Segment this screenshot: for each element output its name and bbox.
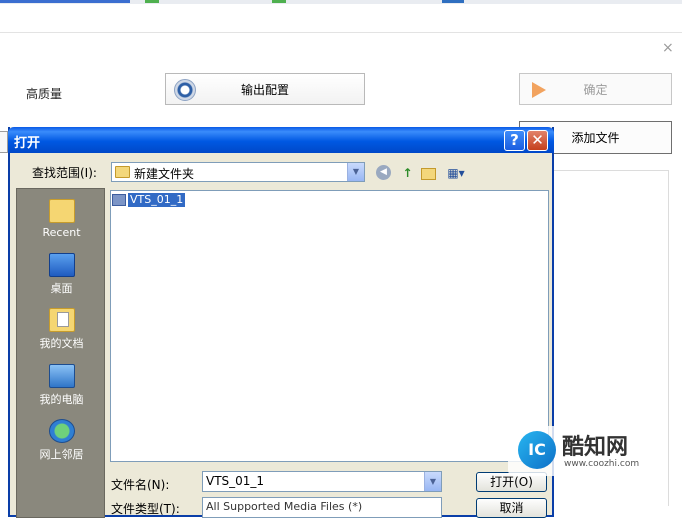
place-label: 我的电脑 <box>39 393 84 406</box>
quality-label: 高质量 <box>26 87 63 101</box>
place-label: 网上邻居 <box>39 448 84 461</box>
file-type-field[interactable]: All Supported Media Files (*) <box>202 497 442 518</box>
back-icon[interactable]: ◀ <box>376 165 391 180</box>
watermark-name: 酷知网 <box>562 434 629 460</box>
place-label: 桌面 <box>50 282 73 295</box>
arrow-right-icon <box>532 82 546 98</box>
tab-segment <box>0 0 130 3</box>
chevron-down-icon[interactable]: ▼ <box>424 472 441 491</box>
tab-segment <box>442 0 464 3</box>
tab-segment <box>145 0 159 3</box>
dialog-titlebar[interactable]: 打开 ? ✕ <box>8 127 554 153</box>
place-desktop[interactable]: 桌面 <box>17 253 106 296</box>
cancel-button[interactable]: 取消 <box>476 498 547 518</box>
tab-segment <box>272 0 286 3</box>
top-tab-strip <box>0 0 682 4</box>
app-close-icon[interactable]: × <box>662 40 674 56</box>
places-bar: Recent 桌面 我的文档 我的电脑 网上邻居 <box>16 188 105 518</box>
look-in-label: 查找范围(I): <box>32 166 97 180</box>
network-places-icon <box>48 419 75 443</box>
file-name-field[interactable]: VTS_01_1 ▼ <box>202 471 442 492</box>
new-folder-icon[interactable] <box>421 168 436 180</box>
dialog-title: 打开 <box>14 136 41 151</box>
look-in-combo[interactable]: 新建文件夹 ▼ <box>111 162 365 182</box>
place-label: 我的文档 <box>39 337 84 350</box>
add-file-label: 添加文件 <box>571 131 620 145</box>
place-my-computer[interactable]: 我的电脑 <box>17 364 106 407</box>
recent-folder-icon <box>48 199 75 223</box>
look-in-value: 新建文件夹 <box>134 167 195 181</box>
up-folder-icon[interactable]: ↑ <box>399 165 416 181</box>
place-label: Recent <box>42 226 81 239</box>
output-config-icon <box>174 79 196 101</box>
chevron-down-icon[interactable]: ▼ <box>347 163 364 181</box>
file-name-value: VTS_01_1 <box>206 474 265 488</box>
confirm-button[interactable]: 确定 <box>519 73 672 105</box>
watermark-url: www.coozhi.com <box>564 459 640 469</box>
watermark: IC 酷知网 www.coozhi.com <box>508 426 668 476</box>
close-button[interactable]: ✕ <box>527 130 548 151</box>
video-file-icon <box>112 194 126 206</box>
watermark-logo: IC <box>518 431 556 469</box>
my-documents-icon <box>48 308 75 332</box>
desktop-icon <box>48 253 75 277</box>
header-divider <box>0 32 682 33</box>
open-file-dialog: 打开 ? ✕ 查找范围(I): 新建文件夹 ▼ ◀ ↑ ▦▾ Recent 桌面… <box>8 127 554 518</box>
place-recent[interactable]: Recent <box>17 199 106 239</box>
view-menu-icon[interactable]: ▦▾ <box>444 165 468 181</box>
help-button[interactable]: ? <box>504 130 525 151</box>
place-network[interactable]: 网上邻居 <box>17 419 106 462</box>
list-item[interactable]: VTS_01_1 <box>112 192 186 208</box>
file-type-value: All Supported Media Files (*) <box>206 500 363 513</box>
file-name: VTS_01_1 <box>128 193 186 207</box>
file-name-label: 文件名(N): <box>111 478 170 492</box>
file-list[interactable]: VTS_01_1 <box>110 190 549 462</box>
output-config-label: 输出配置 <box>240 82 289 97</box>
output-config-button[interactable]: 输出配置 <box>165 73 365 105</box>
my-computer-icon <box>48 364 75 388</box>
folder-icon <box>115 166 130 178</box>
place-my-documents[interactable]: 我的文档 <box>17 308 106 351</box>
file-type-label: 文件类型(T): <box>111 502 180 516</box>
confirm-label: 确定 <box>583 82 608 97</box>
left-edge-box <box>0 131 8 153</box>
